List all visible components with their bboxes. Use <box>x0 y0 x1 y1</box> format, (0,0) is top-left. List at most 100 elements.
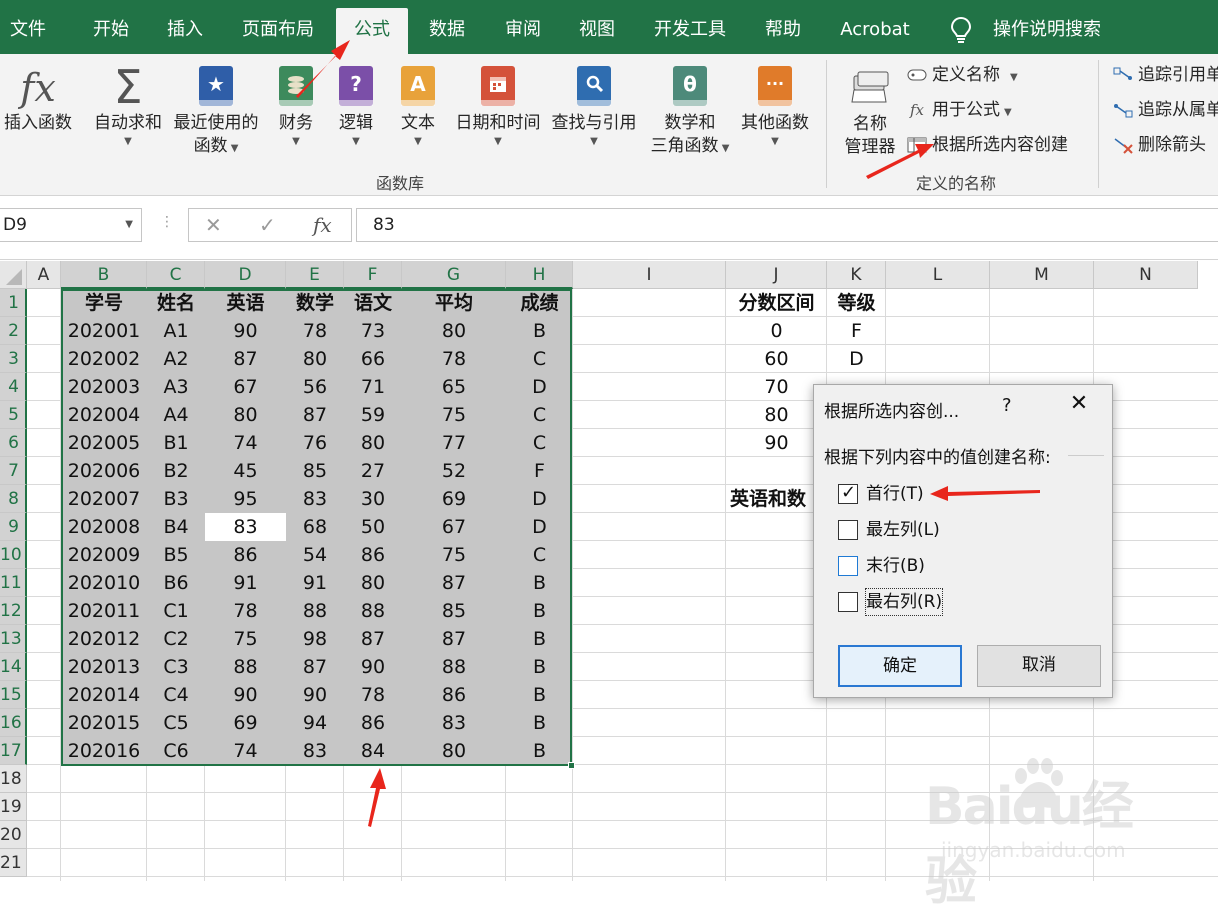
table-cell[interactable]: C <box>506 401 573 429</box>
name-manager-button[interactable]: 名称 管理器 <box>838 68 902 159</box>
insert-function-button[interactable]: fx 插入函数 <box>0 64 76 135</box>
table-cell[interactable]: B4 <box>147 513 205 541</box>
header-cell[interactable]: 姓名 <box>147 289 205 317</box>
table-cell[interactable]: C3 <box>147 653 205 681</box>
table-cell[interactable]: 54 <box>286 541 344 569</box>
row-header-5[interactable]: 5 <box>0 401 27 429</box>
table-cell[interactable]: 83 <box>286 485 344 513</box>
table-cell[interactable]: B <box>506 317 573 345</box>
table-cell[interactable]: C2 <box>147 625 205 653</box>
table-cell[interactable]: 90 <box>286 681 344 709</box>
table-cell[interactable]: F <box>506 457 573 485</box>
column-header-n[interactable]: N <box>1094 261 1198 289</box>
table-cell[interactable]: B3 <box>147 485 205 513</box>
table-cell[interactable]: 80 <box>205 401 286 429</box>
column-header-i[interactable]: I <box>573 261 726 289</box>
table-cell[interactable]: B5 <box>147 541 205 569</box>
table-cell[interactable]: D <box>827 345 886 373</box>
trace-precedents-button[interactable]: 追踪引用单 <box>1112 62 1218 88</box>
table-cell[interactable]: 202012 <box>61 625 147 653</box>
lookup-reference-button[interactable]: 查找与引用 ▼ <box>548 64 640 149</box>
header-cell[interactable]: 数学 <box>286 289 344 317</box>
ok-button[interactable]: 确定 <box>838 645 962 687</box>
table-cell[interactable]: 95 <box>205 485 286 513</box>
row-header-16[interactable]: 16 <box>0 709 27 737</box>
header-cell[interactable]: 学号 <box>61 289 147 317</box>
table-cell[interactable]: 69 <box>402 485 506 513</box>
table-cell[interactable]: 202005 <box>61 429 147 457</box>
table-cell[interactable]: D <box>506 513 573 541</box>
table-cell[interactable]: A2 <box>147 345 205 373</box>
table-cell[interactable]: 60 <box>726 345 827 373</box>
table-cell[interactable]: 45 <box>205 457 286 485</box>
table-cell[interactable]: 65 <box>402 373 506 401</box>
cancel-button[interactable]: 取消 <box>977 645 1101 687</box>
table-cell[interactable]: A3 <box>147 373 205 401</box>
more-functions-button[interactable]: ··· 其他函数 ▼ <box>738 64 812 149</box>
table-cell[interactable]: B1 <box>147 429 205 457</box>
table-cell[interactable]: D <box>506 485 573 513</box>
tab-file[interactable]: 文件 <box>0 8 56 54</box>
close-icon[interactable]: ✕ <box>1066 391 1092 417</box>
tab-developer[interactable]: 开发工具 <box>640 8 740 54</box>
table-cell[interactable]: 202004 <box>61 401 147 429</box>
table-cell[interactable]: 91 <box>205 569 286 597</box>
table-cell[interactable]: 90 <box>726 429 827 457</box>
row-header-17[interactable]: 17 <box>0 737 27 765</box>
row-header-2[interactable]: 2 <box>0 317 27 345</box>
table-cell[interactable]: 74 <box>205 429 286 457</box>
financial-button[interactable]: 财务 ▼ <box>270 64 322 149</box>
table-cell[interactable]: 73 <box>344 317 402 345</box>
table-cell[interactable]: 88 <box>402 653 506 681</box>
table-cell[interactable]: 85 <box>402 597 506 625</box>
fill-handle[interactable] <box>568 762 575 769</box>
table-cell[interactable]: 202010 <box>61 569 147 597</box>
header-cell[interactable]: 平均 <box>402 289 506 317</box>
formula-input[interactable]: 83 <box>356 208 1218 242</box>
row-header-1[interactable]: 1 <box>0 289 27 317</box>
table-cell[interactable]: 202002 <box>61 345 147 373</box>
column-header-h[interactable]: H <box>506 261 573 289</box>
table-cell[interactable]: 86 <box>344 541 402 569</box>
table-cell[interactable]: 67 <box>205 373 286 401</box>
help-icon[interactable]: ? <box>1002 395 1012 416</box>
table-cell[interactable]: 98 <box>286 625 344 653</box>
row-header-18[interactable]: 18 <box>0 765 27 793</box>
table-cell[interactable]: 202014 <box>61 681 147 709</box>
table-cell[interactable]: 87 <box>286 653 344 681</box>
column-header-a[interactable]: A <box>27 261 61 289</box>
table-cell[interactable]: B <box>506 709 573 737</box>
table-cell[interactable]: 202013 <box>61 653 147 681</box>
checkbox-box[interactable] <box>838 520 858 540</box>
table-cell[interactable]: 80 <box>726 401 827 429</box>
tab-view[interactable]: 视图 <box>564 8 630 54</box>
table-cell[interactable]: 70 <box>726 373 827 401</box>
table-cell[interactable]: 83 <box>402 709 506 737</box>
splitter-dots[interactable]: ⋮ <box>160 214 174 230</box>
column-header-e[interactable]: E <box>286 261 344 289</box>
table-cell[interactable]: 78 <box>402 345 506 373</box>
table-cell[interactable]: B <box>506 625 573 653</box>
table-cell[interactable]: C5 <box>147 709 205 737</box>
table-cell[interactable]: 75 <box>402 541 506 569</box>
row-header-14[interactable]: 14 <box>0 653 27 681</box>
name-box[interactable]: D9 ▼ <box>0 208 142 242</box>
table-cell[interactable]: 87 <box>286 401 344 429</box>
row-header-9[interactable]: 9 <box>0 513 27 541</box>
table-cell[interactable]: 78 <box>205 597 286 625</box>
table-cell[interactable]: 52 <box>402 457 506 485</box>
remove-arrows-button[interactable]: 删除箭头 <box>1112 132 1206 158</box>
define-name-button[interactable]: 定义名称 ▼ <box>906 62 1018 88</box>
table-cell[interactable]: 30 <box>344 485 402 513</box>
table-cell[interactable]: 80 <box>402 317 506 345</box>
table-cell[interactable]: 202006 <box>61 457 147 485</box>
checkbox-box[interactable] <box>838 556 858 576</box>
table-cell[interactable]: 67 <box>402 513 506 541</box>
header-cell[interactable]: 等级 <box>827 289 886 317</box>
table-cell[interactable]: 87 <box>344 625 402 653</box>
table-cell[interactable]: 88 <box>286 597 344 625</box>
table-cell[interactable]: 68 <box>286 513 344 541</box>
column-header-b[interactable]: B <box>61 261 147 289</box>
table-cell[interactable]: C1 <box>147 597 205 625</box>
select-all-corner[interactable] <box>0 261 27 289</box>
